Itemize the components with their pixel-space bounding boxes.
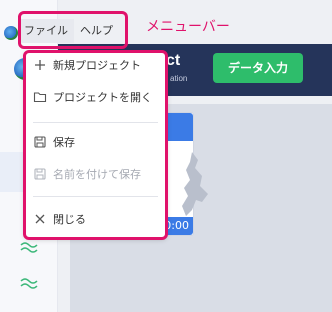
wave-icon bbox=[20, 278, 38, 289]
island-shape bbox=[182, 152, 208, 216]
header-title: ct bbox=[166, 52, 181, 69]
rail-item-wave-2[interactable] bbox=[0, 264, 58, 304]
wave-icon bbox=[20, 242, 38, 253]
menubar-callout-label: メニューバー bbox=[146, 19, 230, 35]
app-logo-icon bbox=[4, 26, 18, 40]
header-subtitle: ation bbox=[170, 74, 188, 83]
dropdown-highlight-frame bbox=[23, 50, 168, 240]
menubar-highlight-frame bbox=[18, 11, 128, 49]
data-input-button[interactable]: データ入力 bbox=[213, 53, 303, 83]
